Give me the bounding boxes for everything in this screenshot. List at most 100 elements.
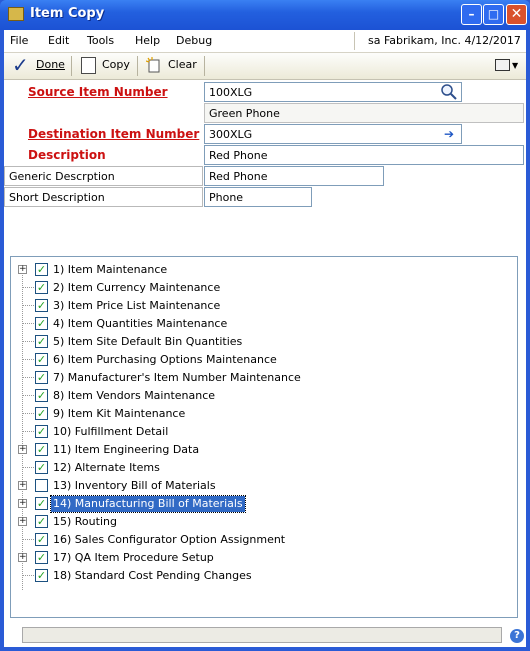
tree-item-label: 2) Item Currency Maintenance [53, 281, 221, 294]
tree-item[interactable]: ✓ 10) Fulfillment Detail [11, 423, 511, 441]
expand-plus-icon[interactable]: + [18, 265, 27, 274]
tree-branch-line [23, 575, 34, 576]
checkbox[interactable]: ✓ [35, 515, 48, 528]
tree-item-selected[interactable]: + ✓ 14) Manufacturing Bill of Materials [11, 495, 511, 513]
tree-item[interactable]: + 13) Inventory Bill of Materials [11, 477, 511, 495]
tree-item[interactable]: ✓ 18) Standard Cost Pending Changes [11, 567, 511, 585]
menu-edit[interactable]: Edit [48, 34, 69, 47]
help-icon[interactable]: ? [510, 629, 524, 643]
tree-item-label: 3) Item Price List Maintenance [53, 299, 221, 312]
menu-bar: File Edit Tools Help Debug sa Fabrikam, … [4, 30, 526, 53]
tree-item[interactable]: ✓ 16) Sales Configurator Option Assignme… [11, 531, 511, 549]
minimize-button[interactable]: – [461, 4, 482, 25]
tree-item-label: 18) Standard Cost Pending Changes [53, 569, 252, 582]
checkbox[interactable]: ✓ [35, 317, 48, 330]
close-button[interactable]: ✕ [506, 4, 527, 25]
menu-file[interactable]: File [10, 34, 28, 47]
tree-branch-line [23, 359, 34, 360]
expand-plus-icon[interactable]: + [18, 517, 27, 526]
source-item-label[interactable]: Source Item Number [24, 82, 202, 102]
tree-branch-line [23, 413, 34, 414]
tree-item-label: 12) Alternate Items [53, 461, 160, 474]
toolbar-separator [71, 56, 72, 76]
checkbox[interactable]: ✓ [35, 551, 48, 564]
tree-item[interactable]: ✓ 2) Item Currency Maintenance [11, 279, 511, 297]
checkbox[interactable]: ✓ [35, 425, 48, 438]
tree-branch-line [23, 287, 34, 288]
checkbox-unchecked[interactable] [35, 479, 48, 492]
tree-branch-line [23, 395, 34, 396]
menu-debug[interactable]: Debug [176, 34, 212, 47]
tree-item[interactable]: + ✓ 17) QA Item Procedure Setup [11, 549, 511, 567]
tree-item-label: 10) Fulfillment Detail [53, 425, 169, 438]
tree-item-label: 17) QA Item Procedure Setup [53, 551, 214, 564]
tree-item[interactable]: ✓ 7) Manufacturer's Item Number Maintena… [11, 369, 511, 387]
done-button[interactable]: Done [36, 58, 65, 71]
tree-item-label: 4) Item Quantities Maintenance [53, 317, 228, 330]
arrow-right-icon[interactable]: ➔ [440, 125, 458, 143]
done-button-label: Done [36, 58, 65, 71]
checkbox[interactable]: ✓ [35, 371, 48, 384]
tree-item[interactable]: + ✓ 15) Routing [11, 513, 511, 531]
tree-branch-line [23, 377, 34, 378]
tree-item[interactable]: ✓ 5) Item Site Default Bin Quantities [11, 333, 511, 351]
checkbox[interactable]: ✓ [35, 569, 48, 582]
source-item-input[interactable]: 100XLG [204, 82, 462, 102]
maximize-button[interactable]: □ [483, 4, 504, 25]
tree-item-label: 1) Item Maintenance [53, 263, 168, 276]
source-item-description: Green Phone [204, 103, 524, 123]
tree-item[interactable]: ✓ 4) Item Quantities Maintenance [11, 315, 511, 333]
checkbox[interactable]: ✓ [35, 407, 48, 420]
checkbox[interactable]: ✓ [35, 281, 48, 294]
menu-tools[interactable]: Tools [87, 34, 114, 47]
tree-item[interactable]: + ✓ 1) Item Maintenance [11, 261, 511, 279]
window-options-icon[interactable] [495, 59, 510, 71]
window-app-icon [8, 7, 24, 21]
short-description-input[interactable]: Phone [204, 187, 312, 207]
window-title: Item Copy [30, 6, 105, 21]
menu-help[interactable]: Help [135, 34, 160, 47]
checkbox[interactable]: ✓ [35, 461, 48, 474]
tree-item-label: 7) Manufacturer's Item Number Maintenanc… [53, 371, 301, 384]
chevron-down-icon[interactable]: ▼ [512, 61, 518, 70]
tree-item-label: 14) Manufacturing Bill of Materials [50, 495, 246, 513]
short-description-label: Short Description [4, 187, 203, 207]
tree-item-label: 8) Item Vendors Maintenance [53, 389, 216, 402]
expand-plus-icon[interactable]: + [18, 481, 27, 490]
lookup-icon[interactable] [440, 83, 458, 101]
checkbox[interactable]: ✓ [35, 533, 48, 546]
expand-plus-icon[interactable]: + [18, 445, 27, 454]
tree-item[interactable]: ✓ 12) Alternate Items [11, 459, 511, 477]
tree-item[interactable]: + ✓ 11) Item Engineering Data [11, 441, 511, 459]
checkbox[interactable]: ✓ [35, 353, 48, 366]
tree-item-label: 16) Sales Configurator Option Assignment [53, 533, 286, 546]
copy-button[interactable]: Copy [102, 58, 130, 71]
clear-button[interactable]: Clear [168, 58, 197, 71]
done-check-icon: ✓ [12, 53, 29, 77]
copy-button-label: Copy [102, 58, 130, 71]
tree-item[interactable]: ✓ 8) Item Vendors Maintenance [11, 387, 511, 405]
checkbox[interactable]: ✓ [35, 443, 48, 456]
generic-description-input[interactable]: Red Phone [204, 166, 384, 186]
tree-item-label: 13) Inventory Bill of Materials [53, 479, 216, 492]
title-bar[interactable]: Item Copy – □ ✕ [0, 0, 530, 30]
destination-item-label[interactable]: Destination Item Number [24, 124, 202, 144]
checkbox[interactable]: ✓ [35, 335, 48, 348]
toolbar: ✓ Done Copy Clear ▼ [4, 53, 526, 80]
tree-item[interactable]: ✓ 6) Item Purchasing Options Maintenance [11, 351, 511, 369]
tree-item[interactable]: ✓ 9) Item Kit Maintenance [11, 405, 511, 423]
item-copy-window: Item Copy – □ ✕ File Edit Tools Help Deb… [0, 0, 530, 651]
tree-branch-line [23, 467, 34, 468]
tree-item[interactable]: ✓ 3) Item Price List Maintenance [11, 297, 511, 315]
checkbox[interactable]: ✓ [35, 389, 48, 402]
expand-plus-icon[interactable]: + [18, 553, 27, 562]
menu-separator [354, 32, 355, 50]
checkbox[interactable]: ✓ [35, 299, 48, 312]
description-input[interactable]: Red Phone [204, 145, 524, 165]
destination-item-input[interactable]: 300XLG [204, 124, 462, 144]
copy-options-tree[interactable]: + ✓ 1) Item Maintenance ✓ 2) Item Curren… [10, 256, 518, 618]
expand-plus-icon[interactable]: + [18, 499, 27, 508]
checkbox[interactable]: ✓ [35, 263, 48, 276]
checkbox[interactable]: ✓ [35, 497, 48, 510]
copy-icon [81, 57, 96, 74]
